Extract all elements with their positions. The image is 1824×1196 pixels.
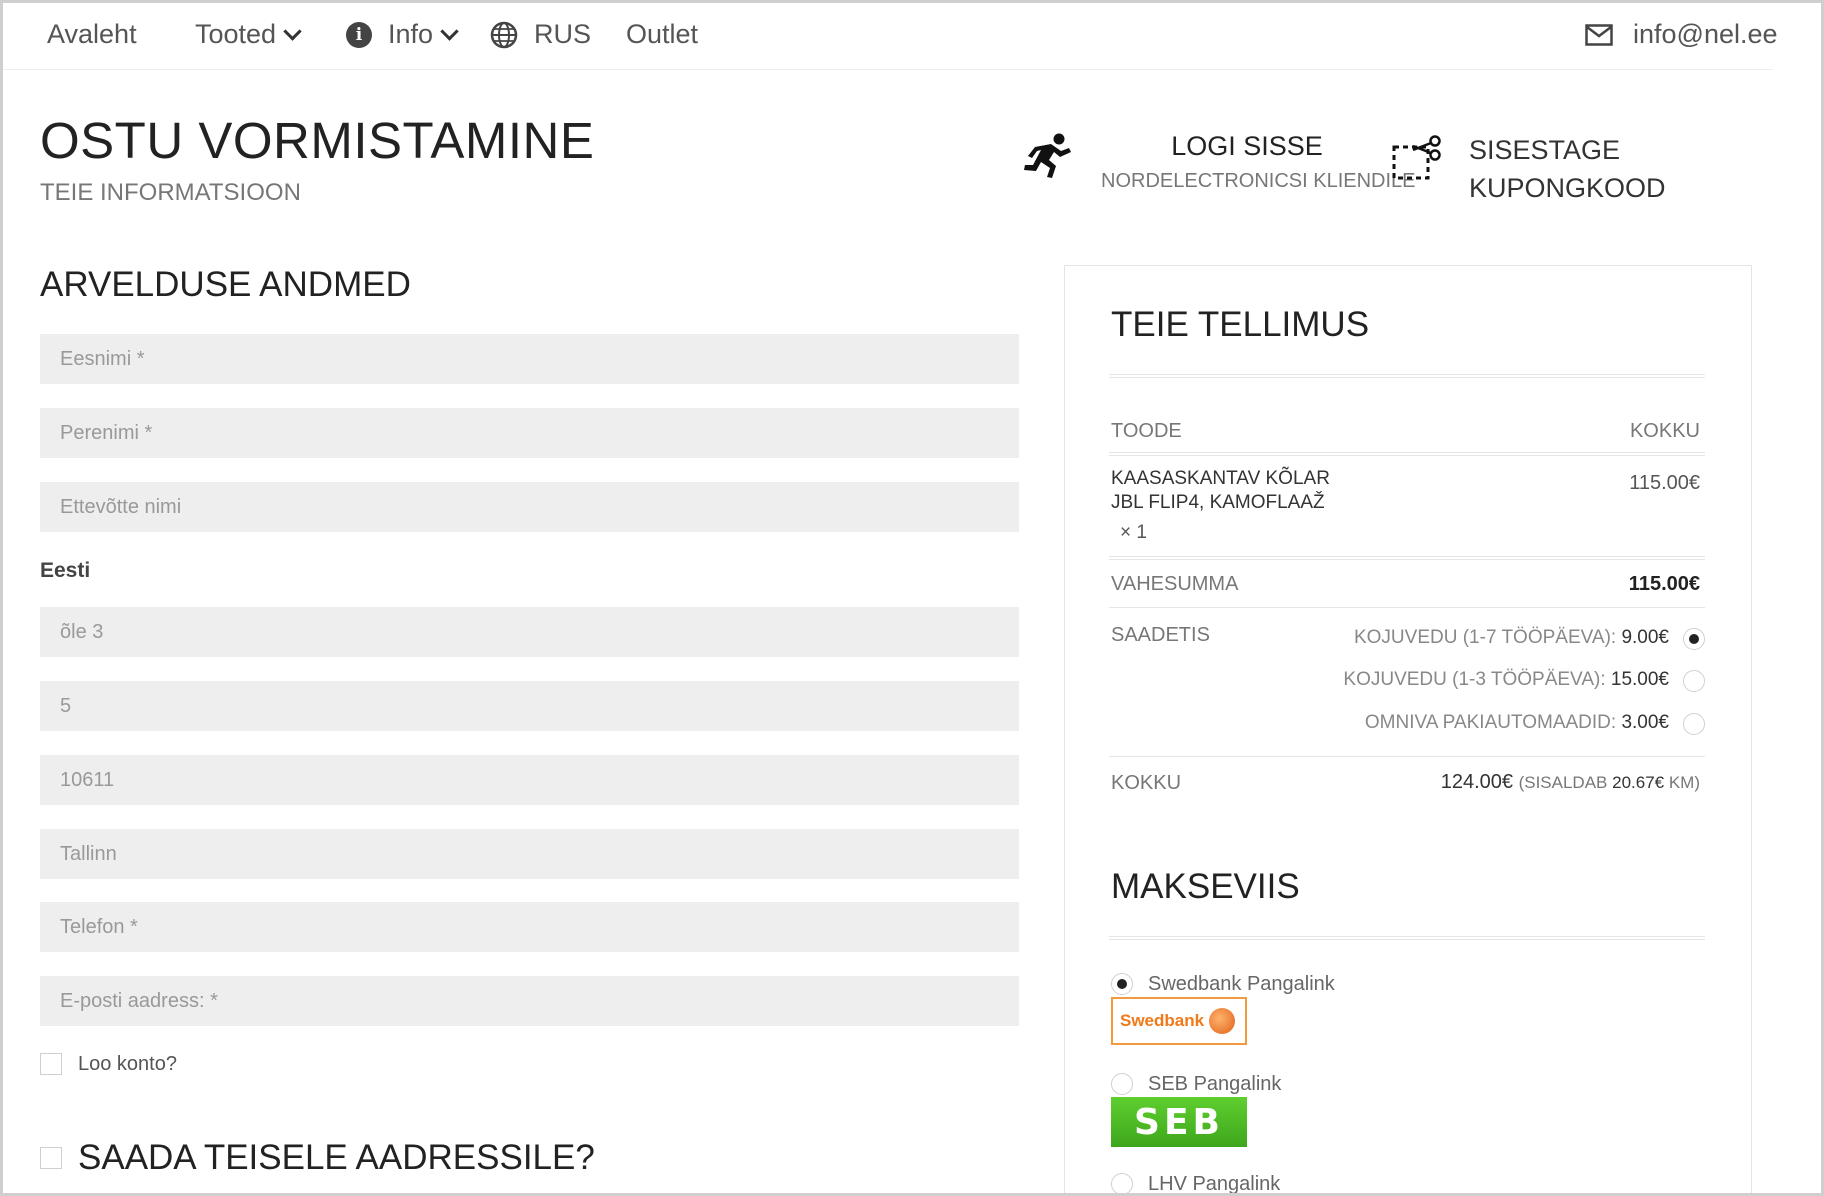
shipping-radio-1[interactable] bbox=[1683, 628, 1705, 650]
page-title: OSTU VORMISTAMINE bbox=[40, 112, 595, 169]
city-input[interactable] bbox=[40, 829, 1019, 879]
postcode-input[interactable] bbox=[40, 755, 1019, 805]
page: Avaleht Tooted i Info RUS Outlet info@ne… bbox=[0, 0, 1824, 1196]
globe-icon bbox=[490, 21, 518, 48]
first-name-input[interactable] bbox=[40, 334, 1019, 384]
payment-radio-lhv[interactable] bbox=[1111, 1173, 1133, 1193]
swedbank-logo: Swedbank bbox=[1111, 997, 1247, 1045]
email-input[interactable] bbox=[40, 976, 1019, 1026]
nav-home[interactable]: Avaleht bbox=[47, 19, 137, 50]
payment-label-lhv[interactable]: LHV Pangalink bbox=[1148, 1173, 1280, 1193]
envelope-icon bbox=[1585, 23, 1613, 46]
shipping-label: SAADETIS bbox=[1111, 624, 1210, 646]
shipping-option-2[interactable]: KOJUVEDU (1-3 TÖÖPÄEVA): 15.00€ bbox=[1343, 669, 1669, 691]
total-value: 124.00€ (SISALDAB 20.67€ KM) bbox=[1440, 771, 1700, 793]
col-total-header: KOKKU bbox=[1629, 420, 1700, 442]
seb-logo: SEB bbox=[1111, 1097, 1247, 1147]
info-icon: i bbox=[346, 21, 372, 48]
last-name-input[interactable] bbox=[40, 408, 1019, 458]
country-value[interactable]: Eesti bbox=[40, 559, 90, 583]
nav-email[interactable]: info@nel.ee bbox=[1585, 19, 1778, 50]
divider bbox=[1109, 374, 1705, 378]
shipping-option-3[interactable]: OMNIVA PAKIAUTOMAADID: 3.00€ bbox=[1365, 712, 1669, 734]
item-name-line2: JBL FLIP4, KAMOFLAAŽ bbox=[1111, 492, 1325, 513]
total-label: KOKKU bbox=[1111, 772, 1182, 794]
subtotal-label: VAHESUMMA bbox=[1111, 573, 1239, 595]
ship-other-checkbox[interactable] bbox=[40, 1147, 62, 1169]
scissors-coupon-icon[interactable] bbox=[1391, 135, 1443, 181]
address-input[interactable] bbox=[40, 607, 1019, 657]
shipping-radio-3[interactable] bbox=[1683, 713, 1705, 735]
billing-title: ARVELDUSE ANDMED bbox=[40, 265, 411, 304]
item-name-line1: KAASASKANTAV KÕLAR bbox=[1111, 468, 1330, 489]
chevron-down-icon bbox=[440, 22, 459, 41]
shipping-option-1[interactable]: KOJUVEDU (1-7 TÖÖPÄEVA): 9.00€ bbox=[1354, 627, 1669, 649]
nav-language[interactable]: RUS bbox=[490, 19, 591, 50]
chevron-down-icon bbox=[283, 22, 302, 41]
login-link[interactable]: LOGI SISSE bbox=[1047, 131, 1447, 162]
swedbank-emblem-icon bbox=[1209, 1008, 1236, 1034]
ship-other-label: SAADA TEISELE AADRESSILE? bbox=[78, 1138, 595, 1177]
nav-info[interactable]: i Info bbox=[346, 19, 459, 50]
create-account-label: Loo konto? bbox=[78, 1053, 177, 1075]
phone-input[interactable] bbox=[40, 902, 1019, 952]
payment-title: MAKSEVIIS bbox=[1111, 867, 1300, 906]
login-subtitle: NORDELECTRONICSI KLIENDILE bbox=[1101, 170, 1416, 192]
apartment-input[interactable] bbox=[40, 681, 1019, 731]
page-subtitle: TEIE INFORMATSIOON bbox=[40, 179, 301, 206]
item-price: 115.00€ bbox=[1629, 472, 1700, 494]
payment-label-swedbank[interactable]: Swedbank Pangalink bbox=[1148, 973, 1335, 996]
col-product-header: TOODE bbox=[1111, 420, 1182, 442]
nav-products[interactable]: Tooted bbox=[195, 19, 302, 50]
coupon-link[interactable]: SISESTAGE KUPONGKOOD bbox=[1469, 131, 1666, 207]
divider bbox=[1109, 936, 1705, 940]
nav-outlet[interactable]: Outlet bbox=[626, 19, 698, 50]
payment-radio-swedbank[interactable] bbox=[1111, 973, 1133, 995]
divider bbox=[1109, 756, 1705, 757]
shipping-radio-2[interactable] bbox=[1683, 670, 1705, 692]
payment-label-seb[interactable]: SEB Pangalink bbox=[1148, 1073, 1281, 1096]
company-input[interactable] bbox=[40, 482, 1019, 532]
divider bbox=[1109, 452, 1705, 456]
item-quantity: × 1 bbox=[1120, 522, 1147, 543]
top-nav: Avaleht Tooted i Info RUS Outlet info@ne… bbox=[3, 3, 1778, 70]
payment-radio-seb[interactable] bbox=[1111, 1073, 1133, 1095]
subtotal-value: 115.00€ bbox=[1628, 573, 1700, 595]
divider bbox=[1109, 556, 1705, 560]
divider bbox=[1109, 607, 1705, 608]
create-account-checkbox[interactable] bbox=[40, 1053, 62, 1075]
order-title: TEIE TELLIMUS bbox=[1111, 305, 1370, 344]
